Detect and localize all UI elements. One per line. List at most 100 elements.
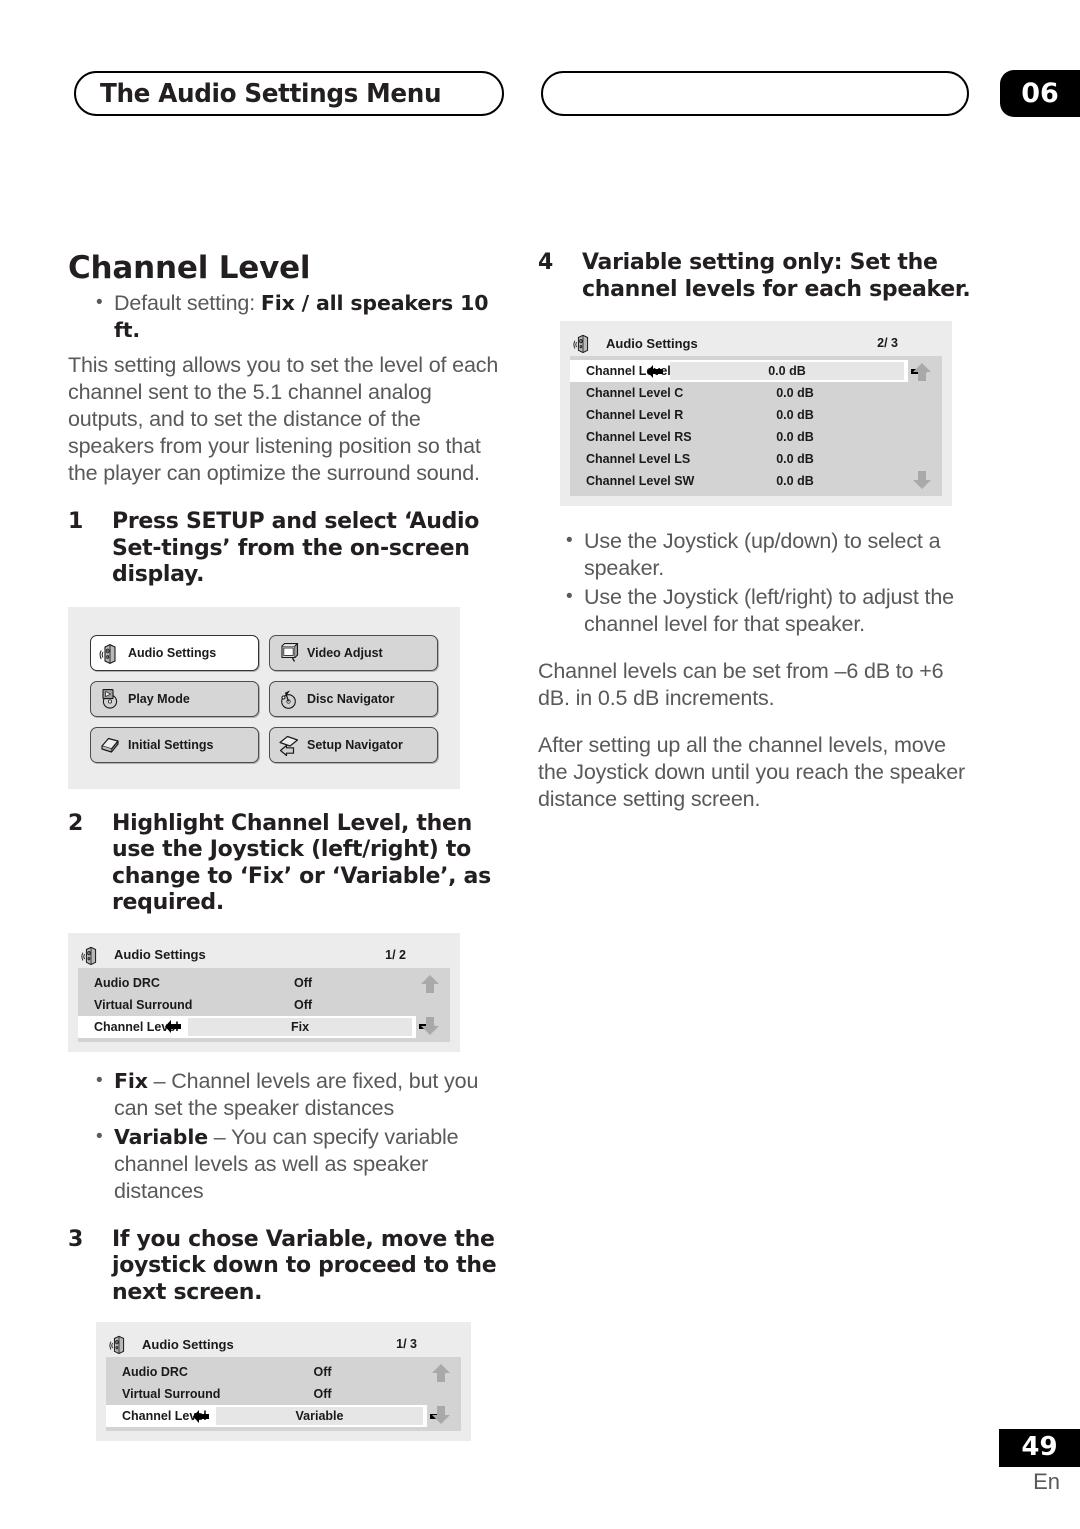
osd-row-value: 0.0 dB xyxy=(776,430,814,444)
osd-row-value: Fix xyxy=(290,1019,310,1034)
step-3: 3 If you chose Variable, move the joystic… xyxy=(68,1227,510,1307)
left-column: Channel Level Default setting: Fix / all… xyxy=(68,250,510,1441)
page-number: 49 xyxy=(999,1429,1080,1467)
bullet-joystick-leftright: Use the Joystick (left/right) to adjust … xyxy=(538,583,980,638)
step-3-number: 3 xyxy=(68,1226,84,1252)
left-arrow-icon[interactable] xyxy=(192,1409,210,1424)
osd-audio-settings-fix-screenshot: Audio Settings 1/ 2 Audio DRC Off Virtua… xyxy=(68,932,460,1052)
osd-audio-settings-variable-screenshot: Audio Settings 1/ 3 Audio DRC Off Virtua… xyxy=(96,1322,471,1441)
osd-row-value-wrap: Off xyxy=(196,996,410,1014)
osd-menu-button-setup-navigator[interactable]: Setup Navigator xyxy=(269,726,438,763)
osd-scroll-indicators xyxy=(416,972,444,1038)
scroll-up-arrow-icon[interactable] xyxy=(419,974,441,994)
language-code: En xyxy=(1033,1469,1060,1494)
speaker-icon xyxy=(573,334,589,354)
step-4-number: 4 xyxy=(538,250,554,275)
page-header: The Audio Settings Menu 06 xyxy=(0,0,1080,140)
osd-scroll-indicators xyxy=(908,360,936,492)
osd-title: Audio Settings xyxy=(606,335,698,351)
osd-menu-button-disc-navigator[interactable]: Disc Navigator xyxy=(269,680,438,717)
osd-row[interactable]: Audio DRC Off xyxy=(106,1361,427,1383)
osd-row-value-wrap: 0.0 dB xyxy=(688,450,902,468)
step-3-text: If you chose Variable, move the joystick… xyxy=(112,1226,497,1305)
osd-row-selected[interactable]: Channel Level Fix xyxy=(78,1015,435,1038)
bullet-variable-term: Variable xyxy=(114,1124,208,1149)
osd-row-value-wrap: Off xyxy=(196,974,410,992)
osd-body: Audio DRC Off Virtual Surround Off Chann… xyxy=(78,967,450,1042)
osd-row-label: Channel Level LS xyxy=(586,452,691,466)
bullet-fix: Fix – Channel levels are fixed, but you … xyxy=(68,1067,510,1122)
intro-paragraph: This setting allows you to set the level… xyxy=(68,353,499,485)
paragraph-after-setup: After setting up all the channel levels,… xyxy=(538,733,966,811)
osd-body: Audio DRC Off Virtual Surround Off Chann… xyxy=(106,1357,461,1431)
osd-menu-button-label: Disc Navigator xyxy=(307,691,395,706)
osd-row[interactable]: Channel Level C 0.0 dB xyxy=(570,382,908,404)
osd-title: Audio Settings xyxy=(142,1336,234,1352)
osd-menu-button-video-adjust[interactable]: Video Adjust xyxy=(269,634,438,671)
speaker-icon xyxy=(81,946,97,965)
step-2-text: Highlight Channel Level, then use the Jo… xyxy=(112,810,491,916)
paragraph-level-range: Channel levels can be set from –6 dB to … xyxy=(538,659,944,710)
osd-row-value-wrap: Variable xyxy=(193,1407,446,1425)
default-setting-prefix: Default setting: xyxy=(114,291,261,315)
setup-arrow-icon xyxy=(279,735,299,756)
osd-menu-button-initial-settings[interactable]: Initial Settings xyxy=(90,726,259,763)
osd-menu-button-audio-settings[interactable]: Audio Settings xyxy=(90,634,259,671)
osd-row-value: 0.0 dB xyxy=(776,452,814,466)
osd-menu-button-label: Audio Settings xyxy=(128,645,217,660)
osd-menu-button-play-mode[interactable]: Play Mode xyxy=(90,680,259,717)
left-arrow-icon[interactable] xyxy=(164,1019,182,1034)
osd-row[interactable]: Audio DRC Off xyxy=(78,972,416,994)
osd-row-label: Channel Level RS xyxy=(586,430,692,444)
osd-row[interactable]: Channel Level RS 0.0 dB xyxy=(570,426,908,448)
osd-row-selected[interactable]: Channel Level Variable xyxy=(106,1405,446,1427)
osd-scroll-indicators xyxy=(427,1361,455,1427)
disc-play-icon xyxy=(102,688,118,709)
osd-row-value-wrap: Fix xyxy=(165,1017,435,1036)
osd-row-label: Channel Level R xyxy=(586,408,684,422)
scroll-up-arrow-icon[interactable] xyxy=(430,1363,452,1383)
osd-row-value: Off xyxy=(313,1365,332,1379)
scroll-down-arrow-icon[interactable] xyxy=(911,470,933,490)
step-4: 4 Variable setting only: Set the channel … xyxy=(538,250,980,303)
step-2-number: 2 xyxy=(68,810,84,836)
step-1-number: 1 xyxy=(68,509,84,534)
osd-row-label: Channel Level L xyxy=(586,364,682,378)
joystick-bullets: Use the Joystick (up/down) to select a s… xyxy=(538,527,980,638)
osd-row-selected[interactable]: Channel Level L 0.0 dB xyxy=(570,360,927,382)
fix-variable-bullets: Fix – Channel levels are fixed, but you … xyxy=(68,1067,510,1205)
osd-header: Audio Settings 1/ 2 xyxy=(78,942,450,968)
left-arrow-icon[interactable] xyxy=(646,364,664,379)
page-title-channel-level: Channel Level xyxy=(68,250,311,286)
chapter-title-pill: The Audio Settings Menu xyxy=(74,71,504,116)
osd-row-value-wrap: Off xyxy=(224,1385,421,1403)
osd-page-indicator: 2/ 3 xyxy=(877,336,898,350)
disc-navigator-icon xyxy=(281,689,296,709)
default-setting-item: Default setting: Fix / all speakers 10 f… xyxy=(68,289,510,344)
scroll-down-arrow-icon[interactable] xyxy=(430,1405,452,1425)
osd-header: Audio Settings 2/ 3 xyxy=(570,330,942,356)
osd-row[interactable]: Channel Level R 0.0 dB xyxy=(570,404,908,426)
osd-channel-levels-screenshot: Audio Settings 2/ 3 Channel Level L 0.0 … xyxy=(560,321,952,506)
scroll-down-arrow-icon[interactable] xyxy=(419,1016,441,1036)
right-column: 4 Variable setting only: Set the channel … xyxy=(538,250,980,813)
bullet-fix-term: Fix xyxy=(114,1068,148,1093)
osd-menu-button-label: Play Mode xyxy=(128,691,190,706)
osd-row-label: Audio DRC xyxy=(122,1365,188,1379)
osd-row-value-wrap: 0.0 dB xyxy=(688,472,902,490)
scroll-up-arrow-icon[interactable] xyxy=(911,362,933,382)
osd-row[interactable]: Virtual Surround Off xyxy=(78,994,416,1016)
osd-menu-button-label: Initial Settings xyxy=(128,737,214,752)
osd-row[interactable]: Virtual Surround Off xyxy=(106,1383,427,1405)
osd-page-indicator: 1/ 2 xyxy=(385,947,406,962)
osd-menu-button-label: Setup Navigator xyxy=(307,737,403,752)
disc-slab-icon xyxy=(101,737,119,753)
step-1: 1 Press SETUP and select ‘Audio Set-tings… xyxy=(68,509,510,589)
osd-page-indicator: 1/ 3 xyxy=(396,1337,417,1351)
osd-row-list: Audio DRC Off Virtual Surround Off Chann… xyxy=(106,1361,446,1427)
osd-row-list: Channel Level L 0.0 dB Channel Level C 0… xyxy=(570,360,927,492)
osd-row[interactable]: Channel Level SW 0.0 dB xyxy=(570,470,908,492)
osd-row[interactable]: Channel Level LS 0.0 dB xyxy=(570,448,908,470)
header-blank-pill xyxy=(541,71,969,116)
page-footer: 49 En xyxy=(0,1429,1080,1495)
